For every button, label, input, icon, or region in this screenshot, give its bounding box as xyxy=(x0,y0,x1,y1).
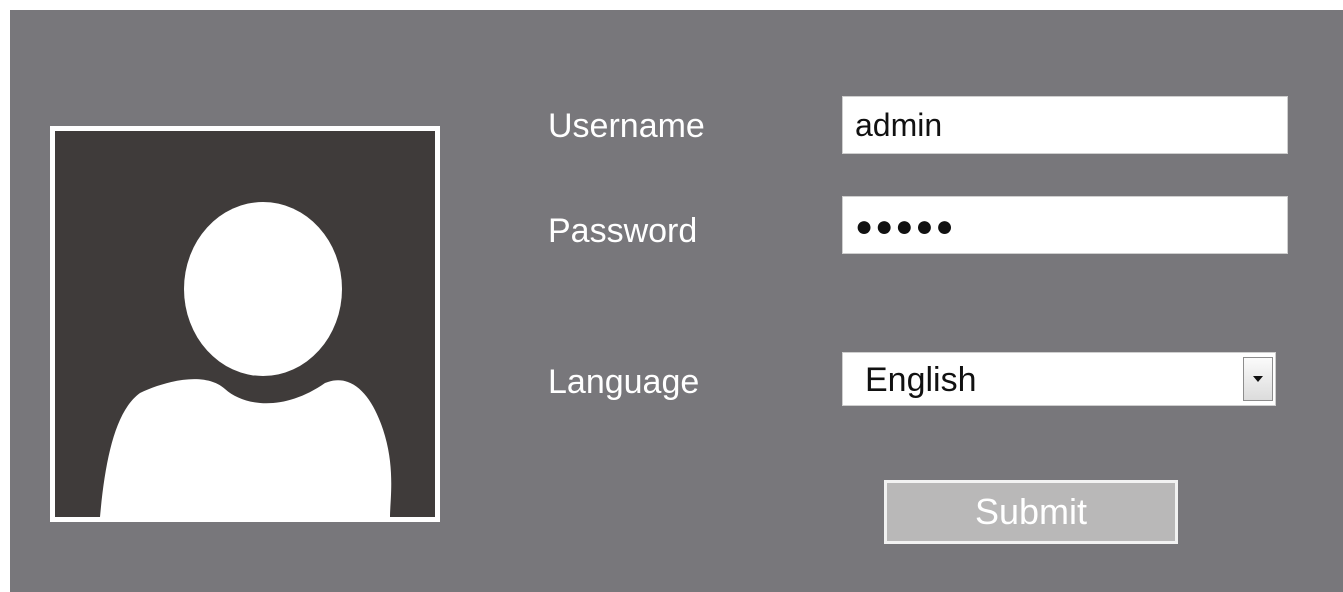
submit-button[interactable]: Submit xyxy=(884,480,1178,544)
username-field[interactable]: admin xyxy=(842,96,1288,154)
login-panel: Username admin Password ●●●●● Language E… xyxy=(10,10,1343,592)
password-field[interactable]: ●●●●● xyxy=(842,196,1288,254)
triangle-down-icon xyxy=(1253,376,1263,382)
password-value: ●●●●● xyxy=(855,210,956,243)
password-label: Password xyxy=(548,212,698,250)
language-label: Language xyxy=(548,363,700,401)
language-select[interactable]: English xyxy=(842,352,1276,406)
avatar xyxy=(50,126,440,522)
username-value: admin xyxy=(855,107,943,143)
language-selected-value: English xyxy=(865,361,977,399)
dropdown-arrow-button[interactable] xyxy=(1243,357,1273,401)
user-silhouette-icon xyxy=(100,202,392,517)
username-label: Username xyxy=(548,107,705,145)
